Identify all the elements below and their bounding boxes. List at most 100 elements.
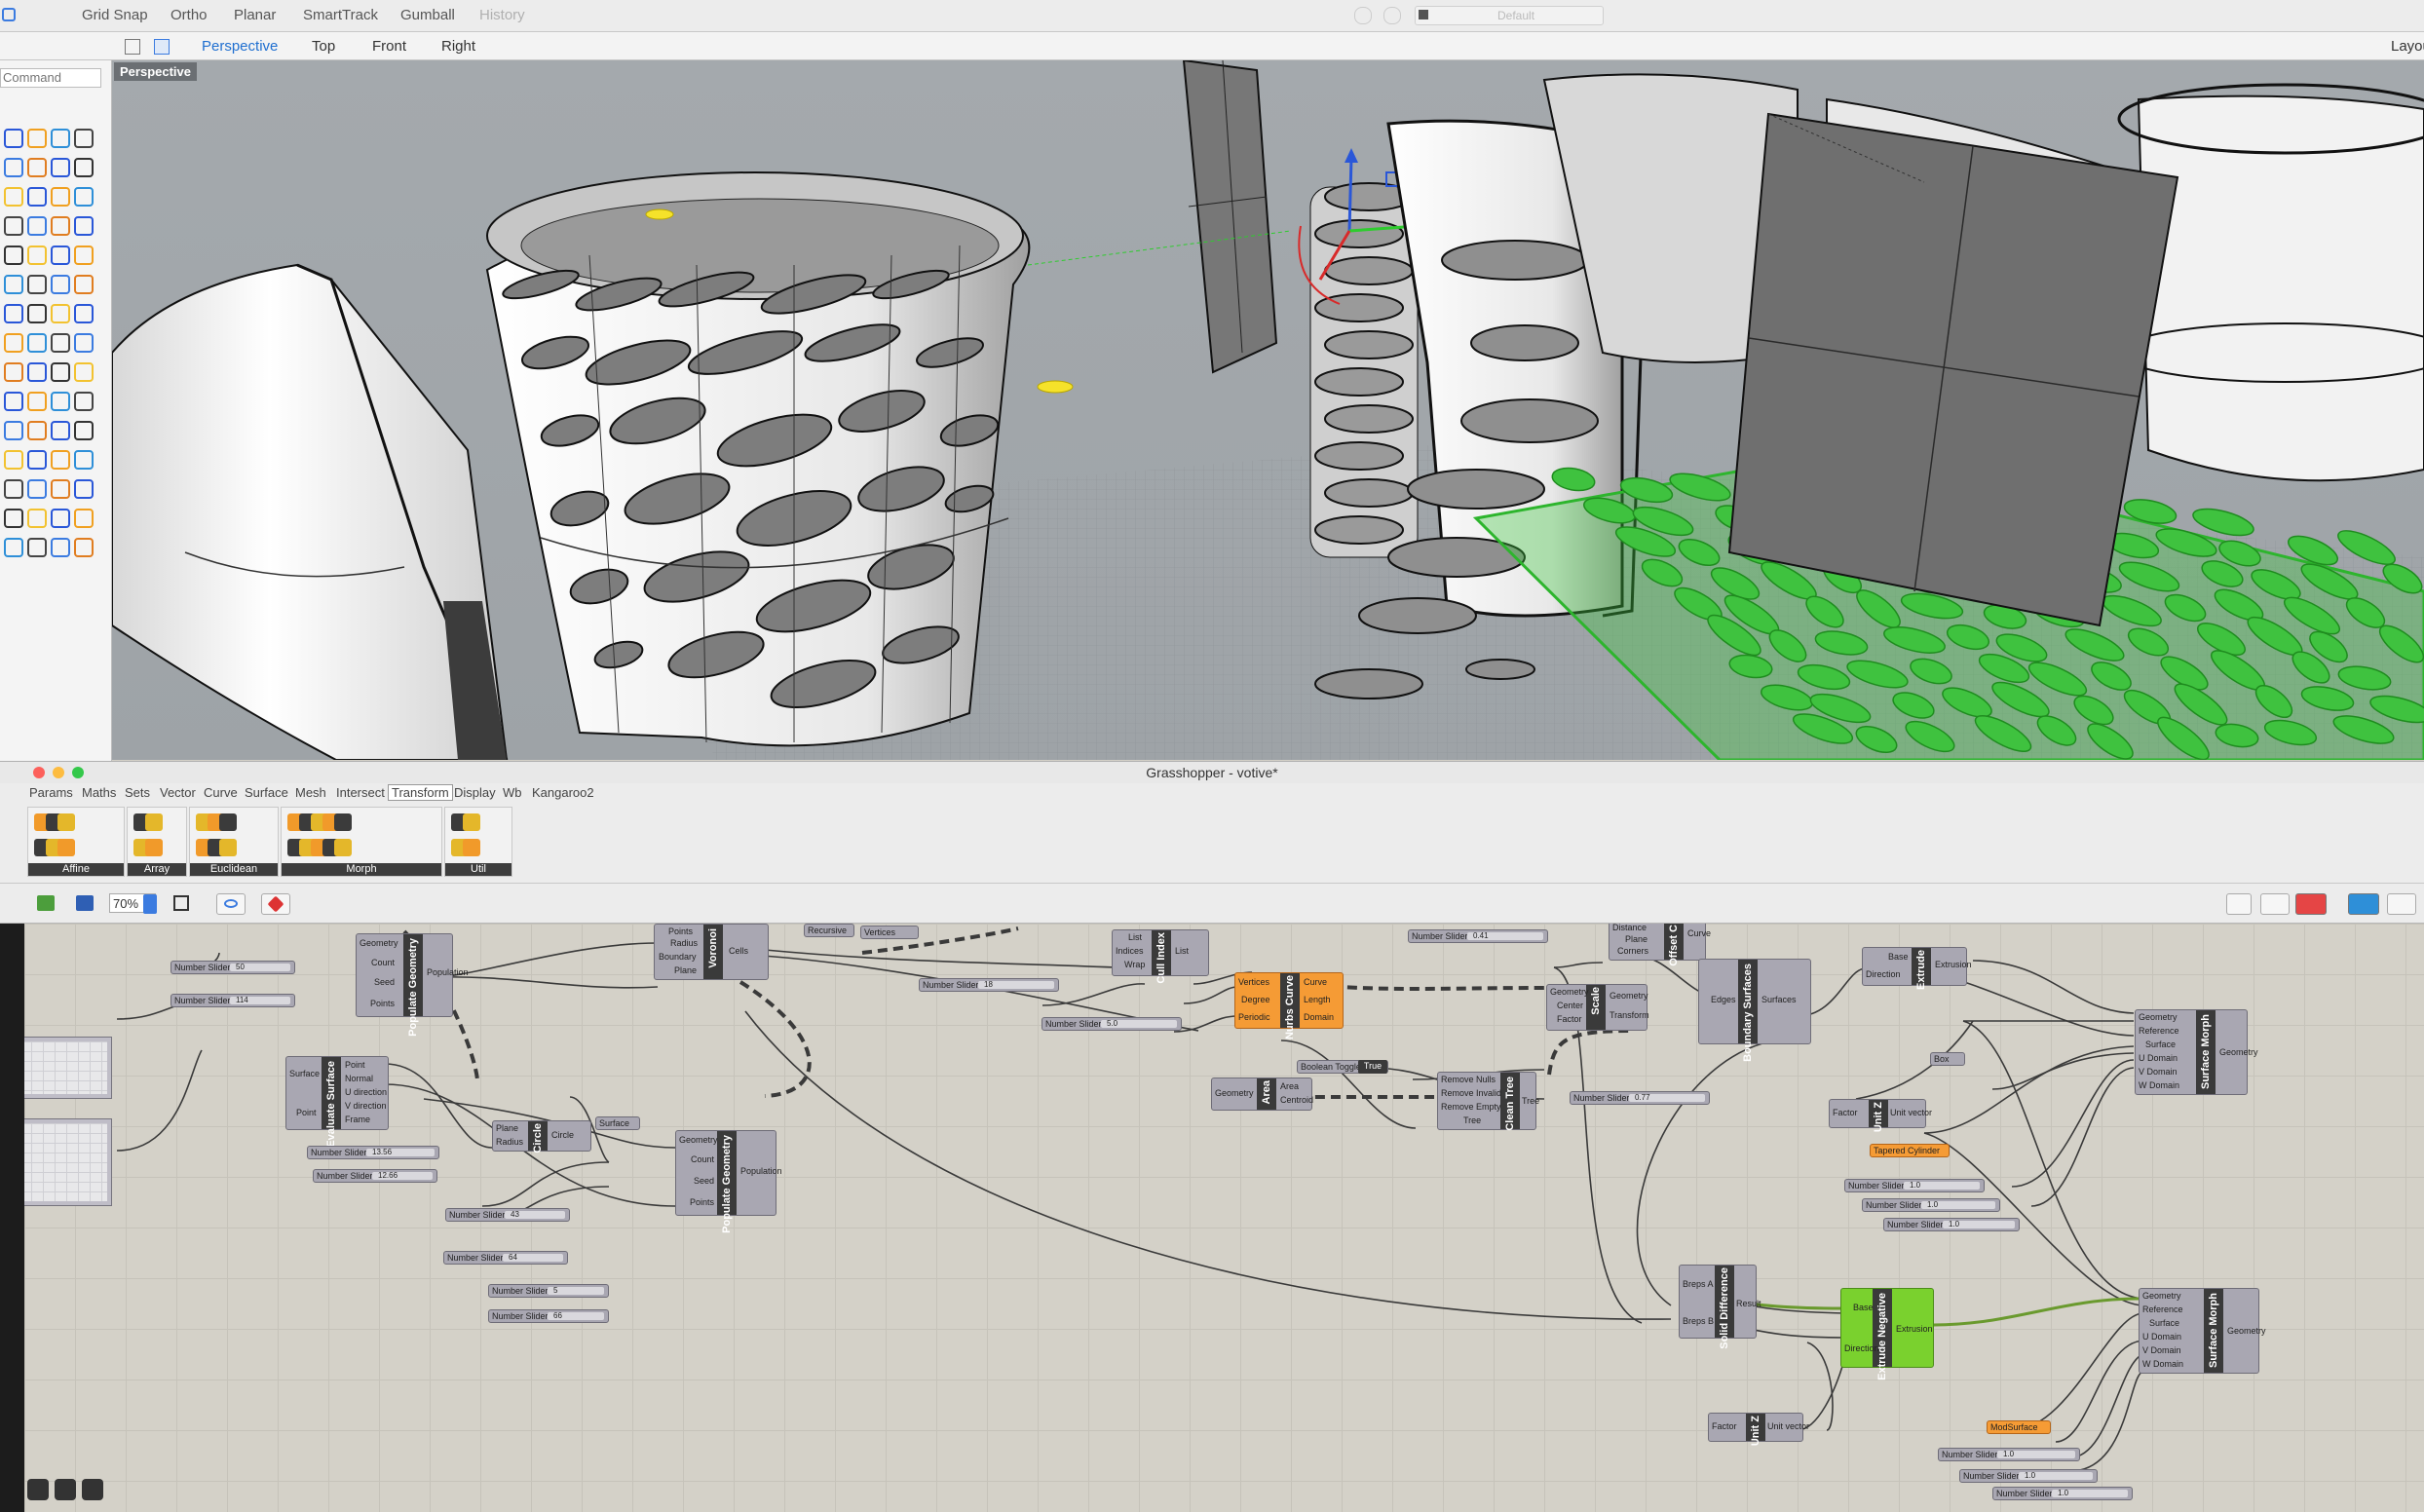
rhino-tool-icon[interactable] [27,187,47,207]
input-pin[interactable]: Remove Empty [1441,1102,1501,1112]
number-slider[interactable]: Number Slider 1.0 [1959,1469,2098,1483]
output-pin[interactable]: Extrusion [1896,1324,1933,1334]
input-pin[interactable]: Plane [1625,934,1648,944]
nurbs-curve-node[interactable]: Nurbs Curve Vertices Degree Periodic Cur… [1234,972,1344,1040]
input-pin[interactable]: Degree [1241,995,1270,1004]
input-pin[interactable]: W Domain [2142,1359,2183,1369]
output-pin[interactable]: Curve [1687,928,1711,938]
component-icon[interactable] [219,813,237,831]
output-pin[interactable]: Centroid [1280,1095,1313,1105]
rhino-tool-icon[interactable] [27,479,47,499]
input-pin[interactable]: Geometry [2139,1012,2178,1022]
rhino-tool-icon[interactable] [51,509,70,528]
output-pin[interactable]: Area [1280,1081,1299,1091]
input-pin[interactable]: W Domain [2139,1080,2179,1090]
input-pin[interactable]: Direction [1844,1343,1879,1353]
rhino-tool-icon[interactable] [51,479,70,499]
tab-display[interactable]: Display [454,785,496,800]
ribbon-group-array[interactable]: Array [127,807,187,877]
four-view-icon[interactable] [125,39,140,55]
tab-surface[interactable]: Surface [245,785,288,800]
surface-morph-node[interactable]: Surface Morph Geometry Reference Surface… [2139,1288,2266,1374]
save-file-icon[interactable] [76,895,94,911]
rhino-tool-icon[interactable] [27,158,47,177]
rhino-tool-icon[interactable] [74,333,94,353]
number-slider[interactable]: Number Slider 0.77 [1570,1091,1710,1105]
rhino-tool-icon[interactable] [51,187,70,207]
sketch-pen-icon[interactable] [261,893,290,915]
rhino-tool-icon[interactable] [74,275,94,294]
input-pin[interactable]: Tree [1463,1115,1481,1125]
rhino-tool-icon[interactable] [74,479,94,499]
gumball-toggle[interactable]: Gumball [400,7,455,23]
number-slider[interactable]: Number Slider 5 [488,1284,609,1298]
input-pin[interactable]: Point [296,1108,317,1117]
input-pin[interactable]: Points [370,999,395,1008]
recursive-param[interactable]: Recursive [804,924,854,937]
rhino-tool-icon[interactable] [74,129,94,148]
input-pin[interactable]: Surface [2149,1318,2179,1328]
rhino-tool-icon[interactable] [4,392,23,411]
input-pin[interactable]: U Domain [2139,1053,2178,1063]
voronoi-node[interactable]: Voronoi Points Radius Boundary Plane Cel… [654,924,769,980]
component-icon[interactable] [463,813,480,831]
toggle-value[interactable]: True [1358,1060,1387,1074]
input-pin[interactable]: V Domain [2139,1067,2178,1077]
evaluate-surface-node[interactable]: Evaluate Surface Surface Point Point Nor… [285,1056,389,1148]
number-slider[interactable]: Number Slider 114 [170,994,295,1007]
preview-eye-icon[interactable] [216,893,246,915]
component-icon[interactable] [145,839,163,856]
rhino-tool-icon[interactable] [51,246,70,265]
vertices-param[interactable]: Vertices [860,926,919,939]
output-pin[interactable]: Unit vector [1890,1108,1932,1117]
rhino-tool-icon[interactable] [4,333,23,353]
input-pin[interactable]: Geometry [679,1135,718,1145]
input-pin[interactable]: Reference [2139,1026,2179,1036]
grasshopper-canvas[interactable]: Populate Geometry Geometry Count Seed Po… [24,924,2424,1512]
rhino-tool-icon[interactable] [74,158,94,177]
output-pin[interactable]: Geometry [2219,1047,2258,1057]
data-panel[interactable] [24,1037,112,1099]
grid-snap-toggle[interactable]: Grid Snap [82,7,148,23]
rhino-tool-icon[interactable] [4,187,23,207]
rhino-tool-icon[interactable] [27,275,47,294]
rhino-tool-icon[interactable] [4,362,23,382]
navigate-icon[interactable] [82,1479,103,1500]
rhino-tool-icon[interactable] [51,538,70,557]
input-pin[interactable]: Points [690,1197,714,1207]
unit-z-node[interactable]: Unit Z Factor Unit vector [1829,1099,1932,1132]
render-sphere-icon[interactable] [2387,893,2416,915]
input-pin[interactable]: Seed [694,1176,714,1186]
mod-surface-param[interactable]: ModSurface [1987,1420,2051,1434]
boolean-toggle[interactable]: Boolean Toggle True [1297,1060,1388,1074]
rhino-tool-icon[interactable] [74,246,94,265]
input-pin[interactable]: Indices [1116,946,1144,956]
input-pin[interactable]: Geometry [1550,987,1589,997]
layout-tab[interactable]: Layou [2391,38,2424,55]
output-pin[interactable]: List [1175,946,1189,956]
extrude-negative-node[interactable]: Extrude Negative Base Direction Extrusio… [1840,1288,1934,1380]
number-slider[interactable]: Number Slider 50 [170,961,295,974]
tab-right[interactable]: Right [441,38,475,55]
rhino-tool-icon[interactable] [27,362,47,382]
navigate-icon[interactable] [27,1479,49,1500]
tab-sets[interactable]: Sets [125,785,150,800]
ribbon-group-affine[interactable]: Affine [27,807,125,877]
boundary-surfaces-node[interactable]: Boundary Surfaces Edges Surfaces [1698,959,1811,1062]
clean-tree-node[interactable]: Clean Tree Remove Nulls Remove Invalid R… [1437,1072,1539,1131]
ribbon-group-util[interactable]: Util [444,807,512,877]
input-pin[interactable]: Factor [1833,1108,1858,1117]
input-pin[interactable]: Corners [1617,946,1648,956]
tab-front[interactable]: Front [372,38,406,55]
input-pin[interactable]: Vertices [1238,977,1269,987]
rhino-tool-icon[interactable] [74,216,94,236]
input-pin[interactable]: Remove Invalid [1441,1088,1501,1098]
output-pin[interactable]: Surfaces [1761,995,1797,1004]
preview-none-icon[interactable] [2260,893,2290,915]
output-pin[interactable]: Population [740,1166,782,1176]
data-panel[interactable] [24,1118,112,1206]
output-pin[interactable]: Population [427,967,469,977]
input-pin[interactable]: List [1128,932,1142,942]
output-pin[interactable]: Transform [1610,1010,1649,1020]
input-pin[interactable]: Geometry [2142,1291,2181,1301]
